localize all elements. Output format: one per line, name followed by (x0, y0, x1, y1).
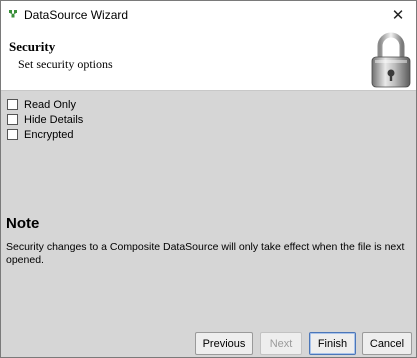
security-options: Read Only Hide Details Encrypted (7, 97, 83, 142)
encrypted-label: Encrypted (24, 128, 74, 141)
close-icon: ✕ (391, 7, 405, 24)
read-only-checkbox[interactable] (7, 99, 18, 110)
hide-details-label: Hide Details (24, 113, 84, 126)
read-only-option[interactable]: Read Only (7, 97, 83, 112)
wizard-header: Security Set security options (1, 29, 416, 91)
title-bar: DataSource Wizard ✕ (1, 1, 416, 29)
page-subtitle: Set security options (18, 57, 113, 71)
finish-button[interactable]: Finish (309, 332, 356, 355)
previous-button[interactable]: Previous (195, 332, 253, 355)
encrypted-checkbox[interactable] (7, 129, 18, 140)
padlock-icon (371, 32, 411, 88)
window-title: DataSource Wizard (24, 8, 129, 22)
read-only-label: Read Only (24, 98, 76, 111)
hide-details-option[interactable]: Hide Details (7, 112, 83, 127)
datasource-wizard-window: DataSource Wizard ✕ Security Set securit… (0, 0, 417, 358)
cancel-button[interactable]: Cancel (362, 332, 412, 355)
encrypted-option[interactable]: Encrypted (7, 127, 83, 142)
note-text: Security changes to a Composite DataSour… (6, 241, 405, 266)
hide-details-checkbox[interactable] (7, 114, 18, 125)
page-title: Security (9, 39, 56, 54)
app-icon (9, 10, 17, 18)
note-heading: Note (6, 215, 40, 232)
next-button[interactable]: Next (260, 332, 302, 355)
close-button[interactable]: ✕ (380, 1, 416, 29)
